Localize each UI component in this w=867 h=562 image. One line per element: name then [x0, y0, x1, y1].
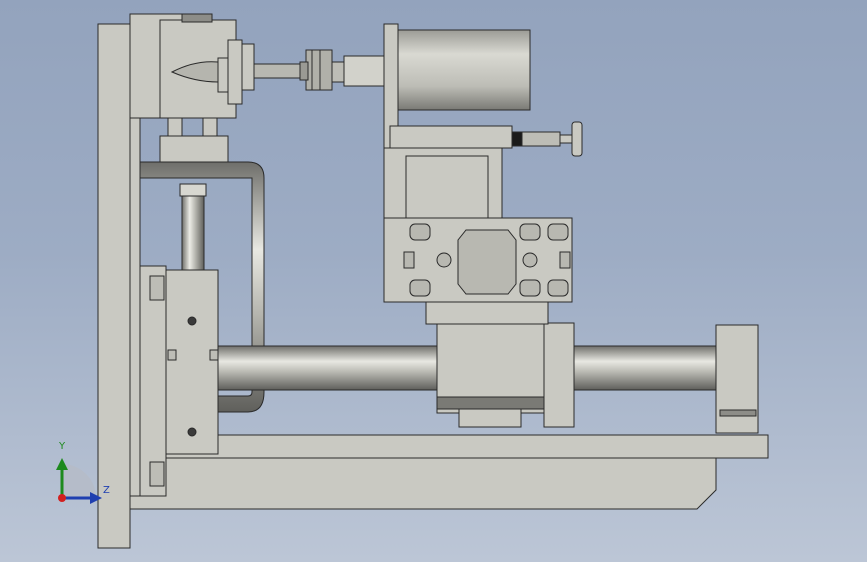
adjustment-screw[interactable]: [521, 131, 561, 147]
y-axis-label: Y: [59, 441, 66, 452]
screw-lower: [187, 427, 197, 437]
cad-graphics-viewport[interactable]: Y Z: [0, 0, 867, 562]
z-axis-label: Z: [103, 485, 110, 496]
assembly-drawing[interactable]: [0, 0, 867, 562]
adjustment-knob[interactable]: [571, 121, 583, 157]
screw-upper: [187, 316, 197, 326]
vertical-plate-inner[interactable]: [129, 87, 141, 497]
base-plate[interactable]: [127, 434, 769, 459]
motor-body[interactable]: [397, 29, 531, 111]
z-axis-arrow-icon: [90, 492, 102, 504]
y-axis-arrow-icon: [56, 458, 68, 470]
end-support[interactable]: [715, 324, 759, 434]
base-rail-lower[interactable]: [127, 457, 717, 510]
origin-dot: [58, 494, 66, 502]
shaft-coupling[interactable]: [305, 49, 333, 91]
